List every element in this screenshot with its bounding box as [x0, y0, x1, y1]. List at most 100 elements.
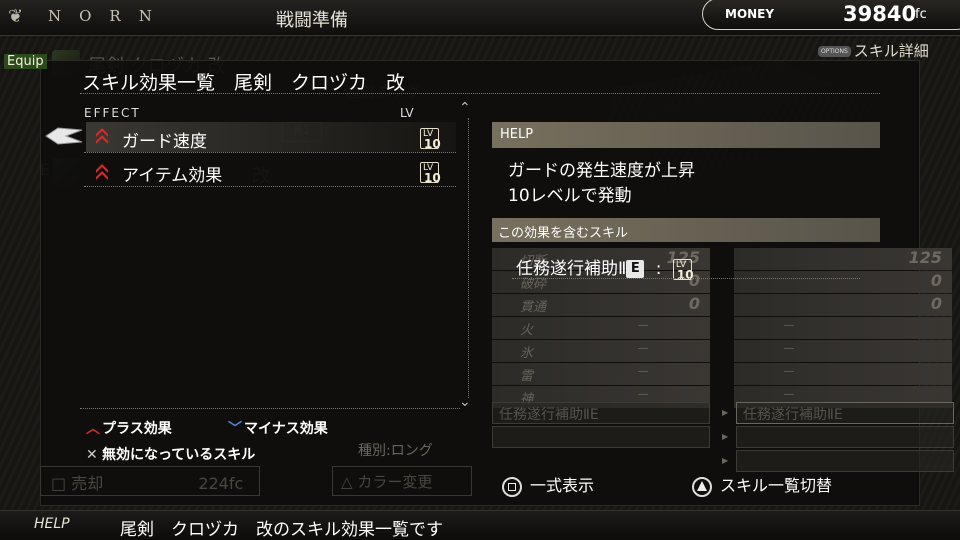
arrow-right-icon: ▶	[722, 456, 729, 465]
scroll-up-icon[interactable]: ⌃	[459, 100, 471, 116]
switch-skill-list-button[interactable]: スキル一覧切替	[692, 472, 832, 497]
panel-title: スキル効果一覧 尾剣 クロヅカ 改	[82, 72, 406, 94]
square-button-icon: □	[51, 474, 72, 493]
equipped-badge-icon: E	[626, 260, 645, 278]
effect-label: アイテム効果	[122, 166, 223, 186]
stats-table-right: 125 0 0 ― ― ― ―	[734, 248, 952, 409]
divider	[84, 186, 456, 187]
arrow-right-icon: ▶	[722, 432, 729, 441]
stat-value: ―	[784, 343, 794, 354]
bg-weapon-type-lower: 種別:ロング	[358, 443, 433, 459]
brand-logo: NORN	[48, 7, 170, 25]
full-set-label: 一式表示	[530, 476, 595, 495]
bg-sell-button: □ 売却 224fc	[40, 466, 260, 496]
skill-slot-empty	[736, 426, 954, 448]
level-icon: LV 10	[420, 162, 441, 185]
money-label: MONEY	[725, 7, 775, 21]
selection-cursor-icon	[45, 127, 83, 145]
legend-plus-label: プラス効果	[102, 421, 172, 437]
bottom-help-label: HELP	[34, 516, 70, 532]
stat-label: 火	[520, 323, 534, 338]
stat-value: ―	[638, 366, 648, 377]
bottom-help-text: 尾剣 クロヅカ 改のスキル効果一覧です	[120, 520, 443, 540]
skill-slot-left: 任務遂行補助ⅡE	[492, 402, 710, 424]
plus-effect-icon	[96, 128, 108, 144]
level-value: 10	[424, 171, 441, 185]
options-button-icon: OPTIONS	[818, 46, 851, 57]
disabled-x-icon: ✕	[86, 447, 98, 463]
bg-color-change-label: カラー変更	[357, 473, 433, 491]
fleur-leaf-icon: ❦	[8, 6, 24, 27]
money-unit: fc	[915, 7, 927, 22]
bg-sell-price: 224fc	[198, 474, 244, 493]
arrow-right-icon: ▶	[722, 408, 729, 417]
money-display: MONEY 39840 fc	[702, 0, 960, 30]
stat-row: 火 ―	[492, 317, 710, 339]
stat-row: ―	[734, 363, 952, 385]
scroll-down-icon[interactable]: ⌄	[459, 394, 471, 410]
skill-slot-right: 任務遂行補助ⅡE	[736, 402, 954, 424]
plus-chevron-icon: ︿	[86, 421, 100, 437]
full-set-button[interactable]: 一式表示	[502, 472, 594, 497]
equip-tab[interactable]: Equip	[4, 54, 47, 69]
skill-entry[interactable]: 任務遂行補助Ⅱ E : LV 10	[516, 254, 694, 281]
bottom-help-bar: HELP 尾剣 クロヅカ 改のスキル効果一覧です	[0, 510, 960, 540]
skill-slot-empty	[736, 450, 954, 472]
containing-skills-header: この効果を含むスキル	[492, 218, 880, 242]
skill-detail-button[interactable]: OPTIONS スキル詳細	[818, 40, 929, 61]
triangle-button-icon: △	[341, 473, 358, 491]
minus-chevron-icon: ﹀	[228, 421, 242, 437]
triangle-button-icon	[692, 476, 712, 497]
stat-row: ―	[734, 340, 952, 362]
stat-value: ―	[638, 320, 648, 331]
legend-plus: ︿ プラス効果	[86, 418, 172, 438]
stat-row: 0	[734, 294, 952, 316]
stat-value: ―	[784, 366, 794, 377]
divider	[512, 278, 860, 279]
legend-disabled-label: 無効になっているスキル	[102, 447, 256, 463]
money-value: 39840	[843, 2, 917, 26]
scrollbar[interactable]	[468, 118, 470, 398]
effect-label: ガード速度	[122, 132, 207, 152]
skill-colon: :	[655, 259, 662, 279]
stat-value: ―	[784, 320, 794, 331]
effect-column-header: EFFECT	[84, 106, 141, 120]
skill-detail-label: スキル詳細	[853, 42, 929, 60]
stat-row: 氷 ―	[492, 340, 710, 362]
legend-minus-label: マイナス効果	[244, 421, 328, 437]
square-button-icon	[502, 476, 522, 497]
level-icon: LV 10	[420, 128, 441, 151]
help-header: HELP	[492, 122, 880, 148]
stat-value: 0	[930, 294, 942, 313]
stat-value: 125	[908, 248, 942, 267]
stat-value: 0	[688, 294, 700, 313]
bg-color-change-button: △ カラー変更	[332, 466, 472, 496]
stat-value: 0	[930, 271, 942, 290]
stat-value: ―	[638, 389, 648, 400]
stat-value: ―	[638, 343, 648, 354]
switch-skill-list-label: スキル一覧切替	[720, 476, 833, 495]
divider	[80, 93, 880, 94]
stat-row: 125	[734, 248, 952, 270]
skill-slot-empty	[492, 426, 710, 448]
plus-effect-icon	[96, 164, 108, 180]
stat-row: 雷 ―	[492, 363, 710, 385]
stat-row: 貫通 0	[492, 294, 710, 316]
bg-sell-label: 売却	[71, 474, 104, 493]
skill-name: 任務遂行補助Ⅱ	[516, 259, 627, 279]
stat-label: 氷	[520, 346, 534, 361]
stat-value: ―	[784, 389, 794, 400]
divider	[84, 152, 456, 153]
help-line-2: 10レベルで発動	[508, 186, 632, 206]
divider	[80, 408, 460, 409]
help-line-1: ガードの発生速度が上昇	[508, 161, 695, 181]
level-value: 10	[424, 137, 441, 151]
legend-minus: ﹀ マイナス効果	[228, 418, 328, 438]
legend-disabled: ✕ 無効になっているスキル	[86, 444, 255, 464]
lv-column-header: LV	[400, 106, 414, 120]
screen-title: 戦闘準備	[276, 10, 348, 31]
stat-row: 0	[734, 271, 952, 293]
level-icon: LV 10	[672, 258, 694, 281]
stat-row: ―	[734, 317, 952, 339]
stat-label: 雷	[520, 369, 534, 384]
